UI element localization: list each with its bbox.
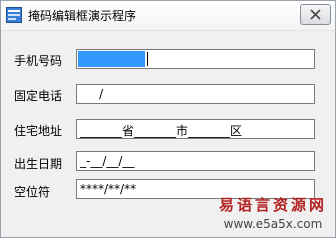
birthdate-value: _-__/__/__: [80, 154, 135, 168]
address-value: _______省_______市_______区: [80, 124, 243, 138]
watermark-url: www.e5a5x.com: [223, 217, 323, 231]
address-input[interactable]: _______省_______市_______区: [76, 119, 315, 139]
landline-input[interactable]: /: [76, 84, 315, 104]
label-landline: 固定电话: [14, 89, 63, 103]
label-address: 住宅地址: [14, 124, 63, 138]
text-selection: [78, 51, 145, 67]
text-cursor: [147, 52, 148, 66]
close-icon: [310, 9, 321, 20]
mobile-input[interactable]: [76, 49, 315, 69]
placeholder-char-value: ****/**/**: [80, 182, 137, 196]
app-window-icon: [6, 7, 22, 23]
label-birthdate: 出生日期: [14, 157, 63, 171]
watermark-text: 易语言资源网: [218, 196, 327, 214]
label-placeholder-char: 空位符: [14, 185, 51, 199]
birthdate-input[interactable]: _-__/__/__: [76, 151, 315, 171]
window-title: 掩码编辑框演示程序: [28, 9, 137, 23]
title-bar[interactable]: 掩码编辑框演示程序: [1, 1, 335, 31]
close-button[interactable]: [300, 4, 331, 25]
label-mobile: 手机号码: [14, 54, 63, 68]
landline-value: /: [80, 87, 104, 101]
watermark: 易语言资源网 www.e5a5x.com: [219, 194, 327, 231]
app-window: 掩码编辑框演示程序 手机号码 固定电话 / 住宅地址 _______省_____…: [0, 0, 336, 238]
